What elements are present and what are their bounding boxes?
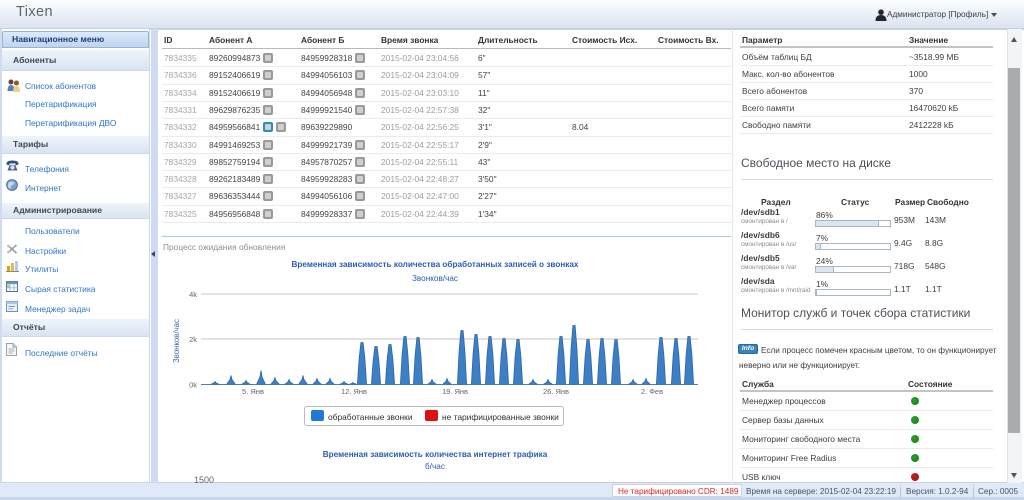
svg-text:5. Янв: 5. Янв <box>242 387 264 396</box>
svg-text:19. Янв: 19. Янв <box>442 387 468 396</box>
svg-text:26. Янв: 26. Янв <box>543 387 569 396</box>
svg-text:2k: 2k <box>189 335 197 344</box>
svg-text:2. Фев: 2. Фев <box>641 387 663 396</box>
svg-text:0k: 0k <box>189 381 197 390</box>
svg-text:4k: 4k <box>189 290 197 299</box>
svg-text:12. Янв: 12. Янв <box>341 387 367 396</box>
